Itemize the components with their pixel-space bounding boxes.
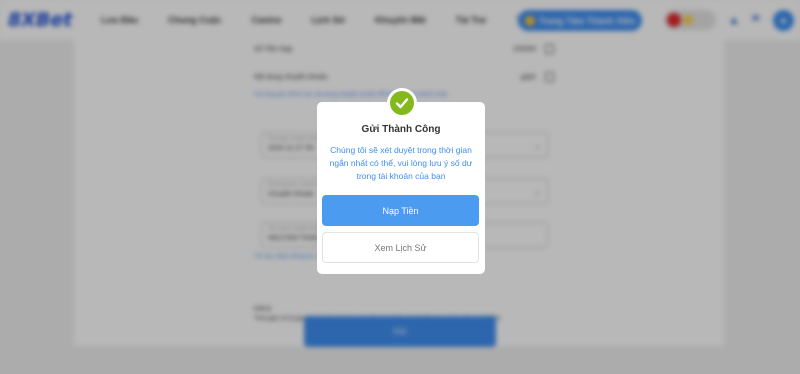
success-modal: Gửi Thành Công Chúng tôi sẽ xét duyệt tr… (317, 102, 485, 274)
modal-message: Chúng tôi sẽ xét duyệt trong thời gian n… (329, 145, 473, 181)
checkmark-icon (390, 91, 414, 115)
success-badge (387, 88, 417, 118)
view-history-button[interactable]: Xem Lịch Sử (322, 232, 479, 263)
deposit-button[interactable]: Nạp Tiền (322, 195, 479, 226)
modal-title: Gửi Thành Công (361, 124, 441, 135)
